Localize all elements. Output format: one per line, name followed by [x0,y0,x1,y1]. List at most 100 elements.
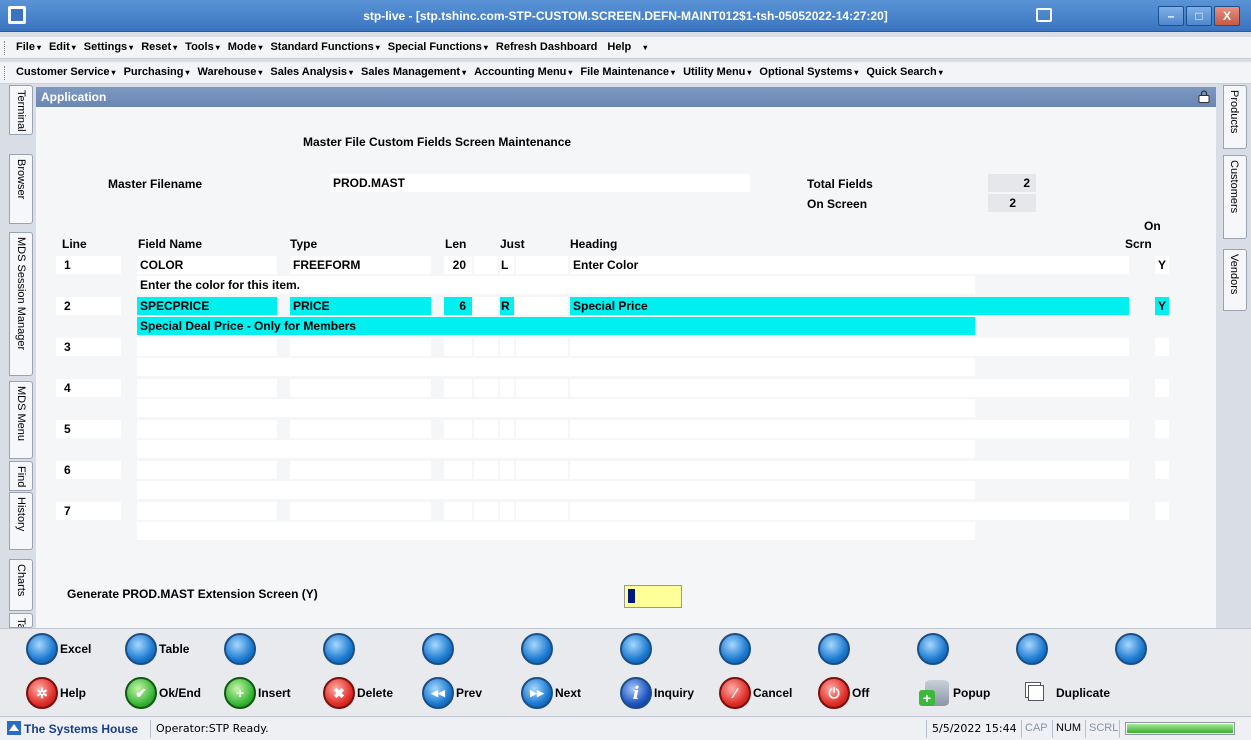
row-description-cell[interactable] [137,522,975,540]
tab-terminal[interactable]: Terminal [9,85,33,135]
row-len-cell[interactable] [444,420,472,438]
toolbar-popup-button[interactable]: + Popup [917,676,990,710]
row-len-cell[interactable] [444,502,472,520]
menu-utility-menu[interactable]: Utility Menu ▾ [679,66,755,78]
tab-mds-session-manager[interactable]: MDS Session Manager [9,232,33,376]
toolbar-blank-button[interactable] [818,632,852,666]
menu-file[interactable]: File ▾ [12,41,45,53]
row-heading-cell[interactable] [570,338,1129,356]
row-len-cell[interactable] [444,338,472,356]
maximize-button[interactable]: □ [1186,6,1212,26]
toolbar-duplicate-button[interactable]: Duplicate [1020,676,1110,710]
tray-icon[interactable] [1036,8,1052,22]
row-description-cell[interactable] [137,358,975,376]
tab-mds-menu[interactable]: MDS Menu [9,381,33,459]
row-just-cell[interactable] [500,420,514,438]
row-type-cell[interactable] [290,379,431,397]
row-on-scrn-cell[interactable] [1155,379,1169,397]
toolbar-off-button[interactable]: ⏻ Off [818,676,869,710]
toolbar-prev-button[interactable]: ◀◀ Prev [422,676,482,710]
row-on-scrn-cell[interactable] [1155,420,1169,438]
row-on-scrn-cell[interactable] [1155,461,1169,479]
row-type-cell[interactable]: FREEFORM [290,256,431,274]
menu-warehouse[interactable]: Warehouse ▾ [193,66,266,78]
menu-refresh-dashboard[interactable]: Refresh Dashboard [492,41,603,53]
row-just-cell[interactable]: L [500,256,514,274]
row-field-name-cell[interactable] [137,502,277,520]
row-description-cell[interactable] [137,481,975,499]
toolbar-insert-button[interactable]: + Insert [224,676,291,710]
row-just-cell[interactable] [500,338,514,356]
tab-charts[interactable]: Charts [9,559,33,611]
row-on-scrn-cell[interactable]: Y [1155,256,1169,274]
row-just-cell[interactable] [500,502,514,520]
row-on-scrn-cell[interactable] [1155,338,1169,356]
menu-edit[interactable]: Edit ▾ [45,41,80,53]
row-len-cell[interactable]: 20 [444,256,472,274]
tab-vendors[interactable]: Vendors [1223,249,1247,311]
menu-customer-service[interactable]: Customer Service ▾ [12,66,120,78]
master-filename-field[interactable]: PROD.MAST [330,174,750,192]
toolbar-blank-button[interactable] [521,632,555,666]
toolbar-ok-end-button[interactable]: ✔ Ok/End [125,676,201,710]
tab-products[interactable]: Products [1223,85,1247,149]
menu-settings[interactable]: Settings ▾ [80,41,137,53]
row-on-scrn-cell[interactable] [1155,502,1169,520]
menu-purchasing[interactable]: Purchasing ▾ [120,66,194,78]
toolbar-excel-button[interactable]: Excel [26,632,91,666]
toolbar-help-button[interactable]: ✲ Help [26,676,86,710]
row-field-name-cell[interactable] [137,338,277,356]
menu-optional-systems[interactable]: Optional Systems ▾ [755,66,862,78]
row-len-cell[interactable] [444,461,472,479]
toolbar-blank-button[interactable] [323,632,357,666]
tab-ta[interactable]: Ta [9,613,33,628]
row-just-cell[interactable] [500,461,514,479]
tab-find[interactable]: Find [9,461,33,491]
toolbar-blank-button[interactable] [422,632,456,666]
row-just-cell[interactable] [500,379,514,397]
menu-reset[interactable]: Reset ▾ [137,41,181,53]
toolbar-blank-button[interactable] [719,632,753,666]
row-heading-cell[interactable]: Enter Color [570,256,1129,274]
toolbar-blank-button[interactable] [1016,632,1050,666]
toolbar-blank-button[interactable] [620,632,654,666]
menu-sales-management[interactable]: Sales Management ▾ [357,66,470,78]
row-field-name-cell[interactable]: SPECPRICE [137,297,277,315]
menu-accounting-menu[interactable]: Accounting Menu ▾ [470,66,576,78]
menu-sales-analysis[interactable]: Sales Analysis ▾ [266,66,357,78]
menu-standard-functions[interactable]: Standard Functions ▾ [266,41,383,53]
lock-icon[interactable] [1198,90,1210,103]
row-field-name-cell[interactable] [137,461,277,479]
toolbar-next-button[interactable]: ▶▶ Next [521,676,581,710]
tab-history[interactable]: History [9,492,33,550]
menu-help[interactable]: Help [603,41,637,53]
row-field-name-cell[interactable] [137,420,277,438]
row-len-cell[interactable]: 6 [444,297,472,315]
row-len-cell[interactable] [444,379,472,397]
close-button[interactable]: X [1214,6,1240,26]
toolbar-blank-button[interactable] [224,632,258,666]
row-type-cell[interactable] [290,420,431,438]
toolbar-blank-button[interactable] [1115,632,1149,666]
row-type-cell[interactable] [290,461,431,479]
row-description-cell[interactable]: Enter the color for this item. [137,276,975,294]
menu-overflow[interactable]: ▾ [637,41,651,53]
menu-tools[interactable]: Tools ▾ [181,41,224,53]
row-type-cell[interactable] [290,502,431,520]
row-heading-cell[interactable] [570,461,1129,479]
row-type-cell[interactable]: PRICE [290,297,431,315]
row-type-cell[interactable] [290,338,431,356]
row-heading-cell[interactable]: Special Price [570,297,1129,315]
toolbar-blank-button[interactable] [917,632,951,666]
menu-quick-search[interactable]: Quick Search ▾ [862,66,946,78]
row-heading-cell[interactable] [570,420,1129,438]
menu-special-functions[interactable]: Special Functions ▾ [384,41,492,53]
generate-input[interactable] [624,585,682,608]
toolbar-cancel-button[interactable]: ∕ Cancel [719,676,792,710]
tab-customers[interactable]: Customers [1223,155,1247,239]
row-on-scrn-cell[interactable]: Y [1155,297,1169,315]
row-just-cell[interactable]: R [500,297,514,315]
menu-file-maintenance[interactable]: File Maintenance ▾ [576,66,679,78]
row-heading-cell[interactable] [570,502,1129,520]
menu-mode[interactable]: Mode ▾ [224,41,267,53]
